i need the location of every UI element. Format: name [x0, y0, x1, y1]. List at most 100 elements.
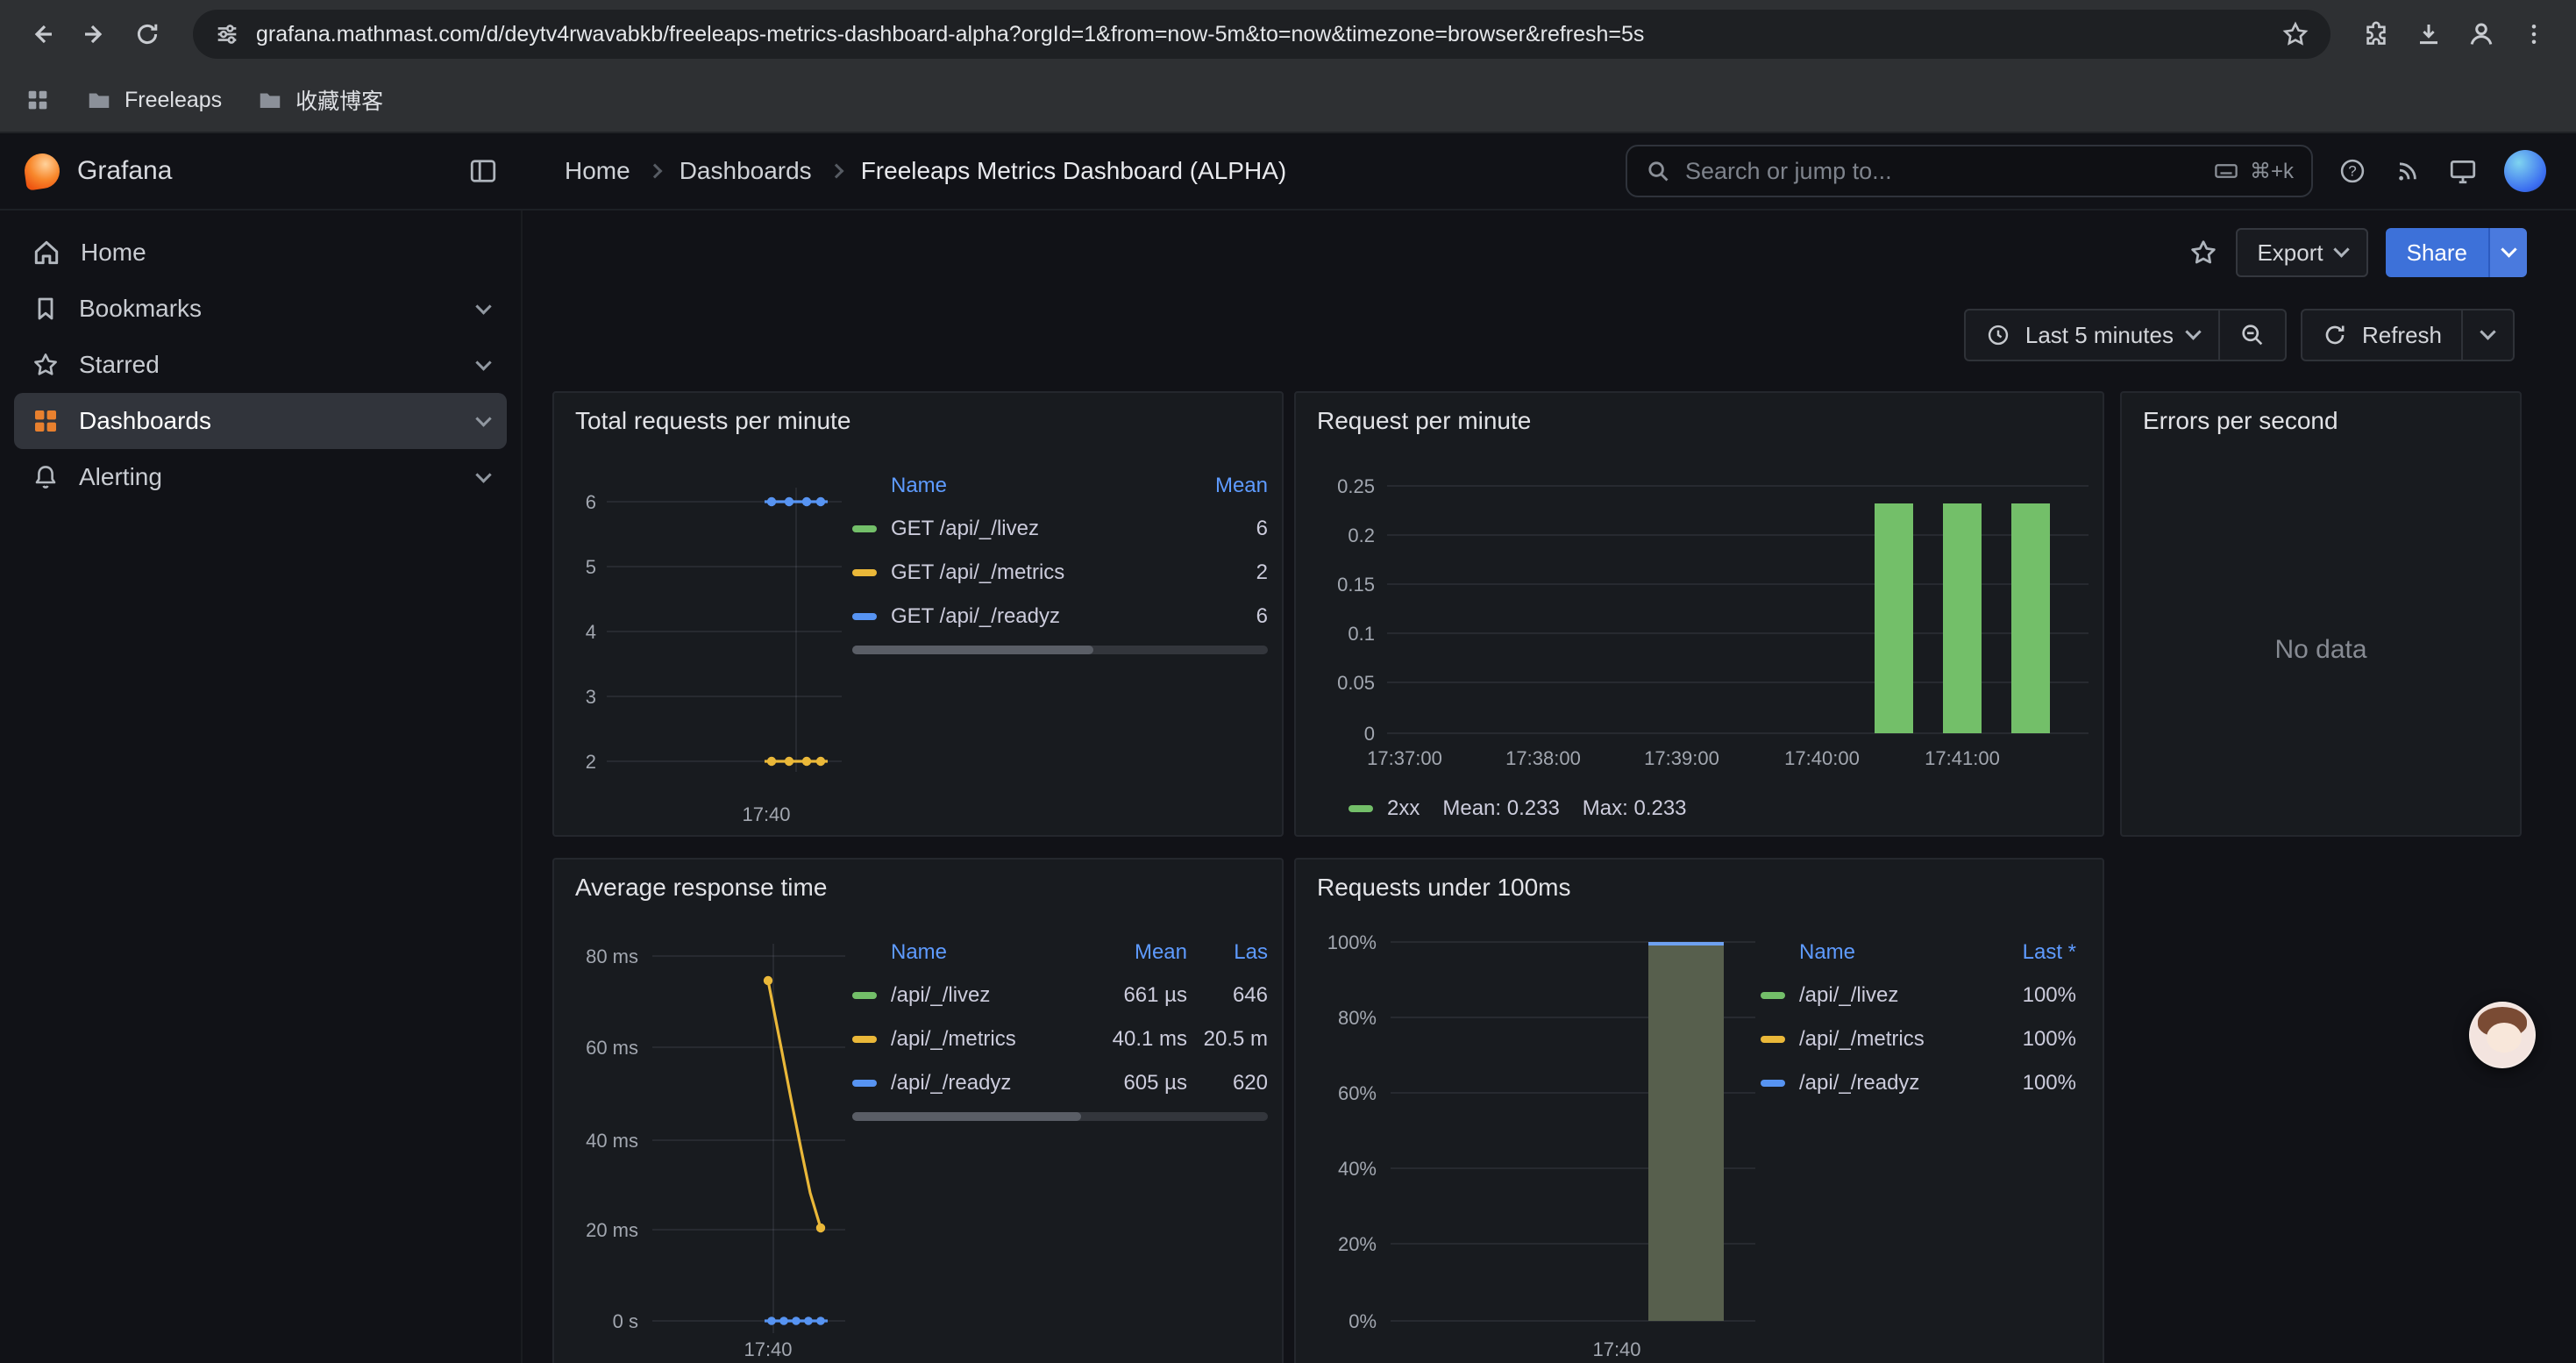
legend-row[interactable]: /api/_/metrics 100%	[1761, 1017, 2076, 1061]
legend-scrollbar[interactable]	[852, 646, 1268, 654]
site-info-icon[interactable]	[214, 21, 240, 47]
y-tick: 20 ms	[558, 1219, 638, 1242]
sidebar-item-alerting[interactable]: Alerting	[14, 449, 507, 505]
legend-col-last[interactable]: Las	[1187, 940, 1268, 965]
legend-row[interactable]: /api/_/readyz 605 µs 620	[852, 1061, 1268, 1105]
share-split-button: Share	[2386, 228, 2527, 277]
grafana-logo[interactable]	[22, 151, 61, 190]
zoom-out-button[interactable]	[2220, 309, 2287, 361]
refresh-interval-caret[interactable]	[2463, 309, 2515, 361]
panel-errors-per-second: Errors per second No data	[2120, 391, 2522, 837]
browser-toolbar: grafana.mathmast.com/d/deytv4rwavabkb/fr…	[0, 0, 2576, 68]
y-tick: 80 ms	[558, 946, 638, 968]
brand-section: Grafana	[0, 153, 523, 189]
search-input[interactable]: Search or jump to... ⌘+k	[1626, 145, 2313, 197]
bar-chart	[1296, 393, 2104, 837]
breadcrumb-dashboards[interactable]: Dashboards	[680, 157, 812, 185]
legend-col-mean[interactable]: Mean	[1075, 940, 1187, 965]
chevron-down-icon[interactable]	[475, 467, 491, 482]
back-button[interactable]	[18, 10, 67, 59]
extensions-icon[interactable]	[2352, 10, 2401, 59]
legend-row[interactable]: /api/_/metrics 40.1 ms 20.5 m	[852, 1017, 1268, 1061]
sidebar-item-starred[interactable]: Starred	[14, 337, 507, 393]
x-tick: 17:37:00	[1367, 747, 1442, 770]
profile-icon[interactable]	[2457, 10, 2506, 59]
legend-col-name[interactable]: Name	[1799, 940, 1855, 965]
sidebar-toggle-icon[interactable]	[468, 156, 498, 186]
panel-request-per-minute: Request per minute 0.25 0.2 0.15 0.1 0.0…	[1294, 391, 2104, 837]
reload-button[interactable]	[123, 10, 172, 59]
chevron-down-icon	[2333, 241, 2349, 257]
legend-row[interactable]: /api/_/livez 661 µs 646	[852, 974, 1268, 1017]
legend-scrollbar[interactable]	[852, 1112, 1268, 1121]
downloads-icon[interactable]	[2404, 10, 2453, 59]
legend-row[interactable]: GET /api/_/livez 6	[852, 507, 1268, 551]
bookmark-star-icon[interactable]	[2281, 20, 2309, 48]
brand-name: Grafana	[77, 156, 451, 186]
sidebar-item-bookmarks[interactable]: Bookmarks	[14, 281, 507, 337]
favorite-star-icon[interactable]	[2188, 238, 2218, 268]
apps-grid-icon[interactable]	[25, 87, 51, 113]
panel-title[interactable]: Errors per second	[2143, 407, 2338, 435]
series-swatch	[1761, 1036, 1785, 1043]
sidebar-item-home[interactable]: Home	[14, 225, 507, 281]
no-data-message: No data	[2122, 635, 2520, 665]
legend-col-last[interactable]: Last *	[2023, 940, 2076, 965]
series-name[interactable]: 2xx	[1387, 796, 1420, 821]
chevron-down-icon	[2480, 324, 2495, 339]
screen-monitor-icon[interactable]	[2448, 156, 2478, 186]
browser-menu-icon[interactable]	[2509, 10, 2558, 59]
chevron-down-icon[interactable]	[475, 354, 491, 370]
sidebar-item-dashboards[interactable]: Dashboards	[14, 393, 507, 449]
bookmark-label: Freeleaps	[125, 88, 222, 113]
bookmark-folder-blogs[interactable]: 收藏博客	[257, 84, 383, 116]
x-tick: 17:40	[1592, 1338, 1640, 1361]
breadcrumb-home[interactable]: Home	[565, 157, 630, 185]
assistant-avatar[interactable]	[2469, 1002, 2536, 1068]
y-tick: 0%	[1299, 1310, 1377, 1333]
help-icon[interactable]: ?	[2338, 156, 2367, 186]
avatar-art	[2487, 1023, 2522, 1053]
refresh-button[interactable]: Refresh	[2301, 309, 2463, 361]
breadcrumb-separator-icon	[829, 164, 843, 179]
sidebar-item-label: Home	[81, 239, 146, 267]
export-button[interactable]: Export	[2236, 228, 2367, 277]
y-tick: 40%	[1299, 1158, 1377, 1181]
screen: grafana.mathmast.com/d/deytv4rwavabkb/fr…	[0, 0, 2576, 1363]
legend-table: Name Last * /api/_/livez 100% /api/_/met…	[1761, 931, 2076, 1105]
breadcrumb-separator-icon	[647, 164, 662, 179]
bookmark-folder-freeleaps[interactable]: Freeleaps	[86, 87, 222, 113]
legend-row[interactable]: /api/_/livez 100%	[1761, 974, 2076, 1017]
forward-button[interactable]	[70, 10, 119, 59]
news-rss-icon[interactable]	[2394, 157, 2422, 185]
legend-table: Name Mean Las /api/_/livez 661 µs 646 /a…	[852, 931, 1268, 1105]
legend-row[interactable]: GET /api/_/metrics 2	[852, 551, 1268, 595]
legend: 2xx Mean: 0.233 Max: 0.233	[1348, 796, 1687, 821]
time-range-picker[interactable]: Last 5 minutes	[1964, 309, 2220, 361]
chevron-down-icon[interactable]	[475, 410, 491, 426]
shortcut-badge: ⌘+k	[2213, 158, 2294, 184]
apps-icon	[32, 407, 60, 435]
legend-row[interactable]: /api/_/readyz 100%	[1761, 1061, 2076, 1105]
share-caret-button[interactable]	[2488, 228, 2527, 277]
y-tick: 40 ms	[558, 1130, 638, 1152]
legend-col-name[interactable]: Name	[891, 474, 947, 498]
legend-col-name[interactable]: Name	[891, 940, 947, 965]
address-bar[interactable]: grafana.mathmast.com/d/deytv4rwavabkb/fr…	[193, 10, 2330, 59]
legend-col-mean[interactable]: Mean	[1215, 474, 1268, 498]
x-tick: 17:39:00	[1644, 747, 1719, 770]
share-button[interactable]: Share	[2386, 228, 2488, 277]
series-swatch	[852, 1080, 877, 1087]
search-icon	[1645, 158, 1671, 184]
legend-row[interactable]: GET /api/_/readyz 6	[852, 595, 1268, 639]
bookmarks-bar: Freeleaps 收藏博客	[0, 68, 2576, 133]
chevron-down-icon[interactable]	[475, 298, 491, 314]
url-text[interactable]: grafana.mathmast.com/d/deytv4rwavabkb/fr…	[256, 22, 2266, 47]
series-swatch	[852, 1036, 877, 1043]
y-tick: 4	[558, 621, 596, 644]
user-avatar[interactable]	[2504, 150, 2546, 192]
series-swatch	[1761, 992, 1785, 999]
series-swatch	[852, 525, 877, 532]
x-tick: 17:41:00	[1925, 747, 2000, 770]
y-tick: 5	[558, 556, 596, 579]
